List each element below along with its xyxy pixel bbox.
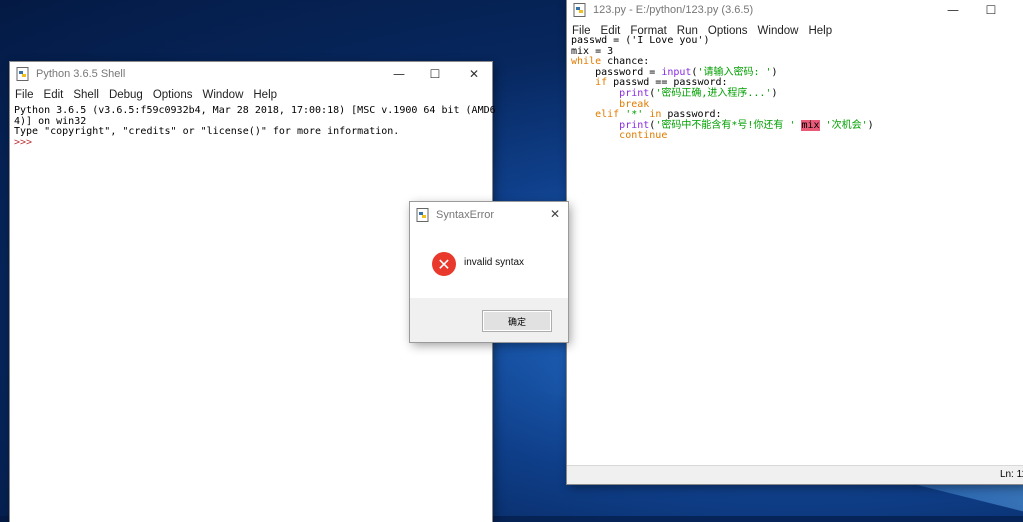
editor-titlebar[interactable]: 123.py - E:/python/123.py (3.6.5) — ☐ — [567, 0, 1023, 22]
shell-menubar: File Edit Shell Debug Options Window Hel… — [10, 86, 492, 104]
menu-window[interactable]: Window — [197, 89, 248, 101]
menu-file[interactable]: File — [10, 89, 39, 101]
shell-line: Type "copyright", "credits" or "license(… — [14, 126, 400, 138]
code-line: passwd = ('I Love you') — [571, 35, 710, 46]
menu-help[interactable]: Help — [248, 89, 282, 101]
shell-line: Python 3.6.5 (v3.6.5:f59c0932b4, Mar 28 … — [14, 105, 496, 116]
error-icon: ✕ — [432, 252, 456, 276]
close-icon[interactable]: ✕ — [550, 207, 560, 221]
menu-debug[interactable]: Debug — [104, 89, 148, 101]
minimize-button[interactable]: — — [381, 62, 417, 86]
python-file-icon — [16, 67, 29, 81]
syntax-error-dialog[interactable]: SyntaxError ✕ ✕ invalid syntax 确定 — [410, 202, 568, 342]
dialog-titlebar[interactable]: SyntaxError ✕ — [410, 202, 568, 228]
status-bar: Ln: 11 — [567, 465, 1023, 484]
close-button[interactable]: ✕ — [456, 62, 492, 86]
maximize-button[interactable]: ☐ — [417, 62, 453, 86]
python-file-icon — [416, 208, 429, 222]
dialog-title: SyntaxError — [436, 209, 495, 221]
editor-window[interactable]: 123.py - E:/python/123.py (3.6.5) — ☐ Fi… — [567, 0, 1023, 484]
ok-button[interactable]: 确定 — [482, 310, 552, 332]
minimize-button[interactable]: — — [935, 0, 971, 22]
menu-edit[interactable]: Edit — [39, 89, 69, 101]
dialog-footer: 确定 — [410, 298, 568, 342]
line-indicator: Ln: 11 — [999, 469, 1023, 480]
error-highlight: mix — [801, 119, 820, 131]
code-line: continue — [619, 130, 668, 142]
python-file-icon — [573, 3, 586, 17]
menu-shell[interactable]: Shell — [68, 89, 104, 101]
dialog-body: ✕ invalid syntax — [410, 228, 568, 298]
code-editor[interactable]: passwd = ('I Love you') mix = 3 while chan… — [571, 35, 1023, 142]
shell-title: Python 3.6.5 Shell — [36, 68, 126, 80]
maximize-button[interactable]: ☐ — [973, 0, 1009, 22]
editor-title: 123.py - E:/python/123.py (3.6.5) — [593, 4, 754, 16]
error-message: invalid syntax — [464, 257, 525, 268]
menu-options[interactable]: Options — [148, 89, 198, 101]
shell-prompt: >>> — [14, 136, 33, 148]
shell-titlebar[interactable]: Python 3.6.5 Shell — ☐ ✕ — [10, 62, 492, 86]
